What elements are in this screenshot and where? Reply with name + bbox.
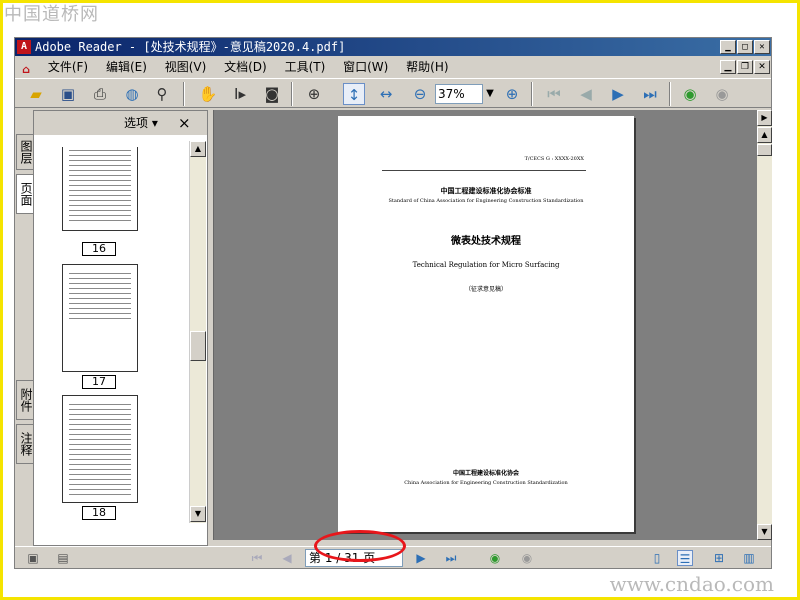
- toolbar-separator: [531, 82, 533, 106]
- toolbar-separator: [183, 82, 185, 106]
- navigation-tabs: 图层 页面 附件 注释: [15, 110, 33, 546]
- tab-comments[interactable]: 注释: [16, 424, 33, 464]
- draft-label: （征求意见稿）: [464, 286, 507, 293]
- layout-icon[interactable]: ▣: [25, 550, 41, 566]
- first-page-icon[interactable]: ⏮: [249, 550, 265, 566]
- tab-pages[interactable]: 页面: [16, 174, 33, 214]
- standard-code: T/CECS G : XXXX-20XX: [524, 156, 584, 162]
- forward-icon[interactable]: ◉: [519, 550, 535, 566]
- thumbnail-list[interactable]: 16 17 18: [34, 147, 189, 522]
- back-icon[interactable]: ◉: [487, 550, 503, 566]
- page-thumbnail-16[interactable]: [62, 147, 138, 231]
- email-icon[interactable]: ◍: [121, 83, 143, 105]
- menu-file[interactable]: 文件(F): [41, 57, 95, 77]
- last-page-icon[interactable]: ⏭: [443, 550, 459, 566]
- continuous-icon[interactable]: ☰: [677, 550, 693, 566]
- cn-organization: 中国工程建设标准化协会标准: [440, 187, 532, 195]
- menu-bar: ⌂ 文件(F) 编辑(E) 视图(V) 文档(D) 工具(T) 窗口(W) 帮助…: [15, 57, 771, 77]
- cn-association: 中国工程建设标准化协会: [452, 470, 519, 477]
- en-title: Technical Regulation for Micro Surfacing: [412, 261, 560, 269]
- menu-tools[interactable]: 工具(T): [278, 57, 333, 77]
- panel-toggle-icon[interactable]: ▤: [55, 550, 71, 566]
- prev-page-icon[interactable]: ◀: [279, 550, 295, 566]
- pdf-doc-icon[interactable]: ⌂: [19, 60, 33, 76]
- page-thumbnail-label: 16: [82, 242, 116, 256]
- save-icon[interactable]: ▣: [57, 83, 79, 105]
- header-rule: [382, 170, 586, 171]
- toolbar-separator: [669, 82, 671, 106]
- open-icon[interactable]: ▰: [25, 83, 47, 105]
- scroll-thumb[interactable]: [757, 144, 772, 156]
- cn-title: 微表处技术规程: [451, 236, 521, 247]
- menu-view[interactable]: 视图(V): [158, 57, 214, 77]
- close-button[interactable]: ✕: [754, 40, 770, 54]
- scroll-right-icon[interactable]: ▶: [757, 110, 772, 126]
- next-page-icon[interactable]: ▶: [413, 550, 429, 566]
- menu-help[interactable]: 帮助(H): [399, 57, 455, 77]
- zoom-input[interactable]: 37%: [435, 84, 483, 104]
- tab-layers[interactable]: 图层: [16, 134, 33, 170]
- menu-document[interactable]: 文档(D): [217, 57, 274, 77]
- menu-window[interactable]: 窗口(W): [336, 57, 395, 77]
- document-page: T/CECS G : XXXX-20XX 中国工程建设标准化协会标准 Stand…: [338, 116, 634, 532]
- facing-icon[interactable]: ⊞: [711, 550, 727, 566]
- back-icon[interactable]: ◉: [679, 83, 701, 105]
- doc-close-button[interactable]: ✕: [754, 60, 770, 74]
- zoom-out-icon[interactable]: ⊖: [409, 83, 431, 105]
- print-icon[interactable]: ⎙: [89, 83, 111, 105]
- page-thumbnail-17[interactable]: [62, 264, 138, 372]
- scroll-up-icon[interactable]: ▲: [190, 141, 206, 157]
- close-panel-icon[interactable]: ×: [178, 111, 191, 135]
- snapshot-icon[interactable]: ◙: [261, 83, 283, 105]
- reader-window: A Adobe Reader - [处技术规程》-意见稿2020.4.pdf] …: [14, 37, 772, 569]
- en-organization: Standard of China Association for Engine…: [388, 198, 584, 204]
- options-menu[interactable]: 选项 ▾: [124, 111, 158, 135]
- fit-width-icon[interactable]: ↔: [375, 83, 397, 105]
- title-bar[interactable]: A Adobe Reader - [处技术规程》-意见稿2020.4.pdf] …: [15, 38, 771, 56]
- hand-icon[interactable]: ✋: [197, 83, 219, 105]
- thumbnail-scrollbar[interactable]: ▲ ▼: [189, 141, 206, 523]
- en-association: China Association for Engineering Constr…: [404, 480, 568, 486]
- prev-page-icon[interactable]: ◀: [575, 83, 597, 105]
- doc-minimize-button[interactable]: ▁: [720, 60, 736, 74]
- doc-restore-button[interactable]: ❐: [737, 60, 753, 74]
- forward-icon[interactable]: ◉: [711, 83, 733, 105]
- zoom-in-icon[interactable]: ⊕: [303, 83, 325, 105]
- toolbar: ▰ ▣ ⎙ ◍ ⚲ ✋ Ⅰ▸ ◙ ⊕ ↕ ↔ ⊖ 37% ▼ ⊕ ⏮ ◀ ▶ ⏭…: [15, 78, 771, 108]
- page-thumbnail-label: 18: [82, 506, 116, 520]
- thumbnail-panel: 选项 ▾ × 16 17 18 ▲ ▼: [33, 110, 208, 546]
- window-title: Adobe Reader - [处技术规程》-意见稿2020.4.pdf]: [35, 40, 346, 54]
- thumbnail-panel-header: 选项 ▾ ×: [34, 111, 207, 135]
- fit-page-icon[interactable]: ↕: [343, 83, 365, 105]
- page-thumbnail-18[interactable]: [62, 395, 138, 503]
- scroll-down-icon[interactable]: ▼: [757, 524, 772, 540]
- single-page-icon[interactable]: ▯: [649, 550, 665, 566]
- document-scrollbar[interactable]: ▶ ▲ ▼: [757, 110, 772, 540]
- tab-attachments[interactable]: 附件: [16, 380, 33, 420]
- search-icon[interactable]: ⚲: [151, 83, 173, 105]
- menu-edit[interactable]: 编辑(E): [99, 57, 154, 77]
- maximize-button[interactable]: □: [737, 40, 753, 54]
- zoom-dropdown-icon[interactable]: ▼: [483, 84, 497, 104]
- highlight-ellipse: [314, 530, 406, 562]
- zoom-plus-icon[interactable]: ⊕: [501, 83, 523, 105]
- first-page-icon[interactable]: ⏮: [543, 83, 565, 105]
- minimize-button[interactable]: ▁: [720, 40, 736, 54]
- last-page-icon[interactable]: ⏭: [639, 83, 661, 105]
- adobe-reader-icon: A: [17, 40, 31, 54]
- page-thumbnail-label: 17: [82, 375, 116, 389]
- continuous-facing-icon[interactable]: ▥: [741, 550, 757, 566]
- scroll-down-icon[interactable]: ▼: [190, 506, 206, 522]
- watermark-top: 中国道桥网: [4, 4, 99, 25]
- next-page-icon[interactable]: ▶: [607, 83, 629, 105]
- toolbar-separator: [291, 82, 293, 106]
- select-text-icon[interactable]: Ⅰ▸: [229, 83, 251, 105]
- document-view[interactable]: T/CECS G : XXXX-20XX 中国工程建设标准化协会标准 Stand…: [213, 110, 757, 540]
- scroll-thumb[interactable]: [190, 331, 206, 361]
- watermark-bottom: www.cndao.com: [609, 572, 774, 596]
- scroll-up-icon[interactable]: ▲: [757, 127, 772, 143]
